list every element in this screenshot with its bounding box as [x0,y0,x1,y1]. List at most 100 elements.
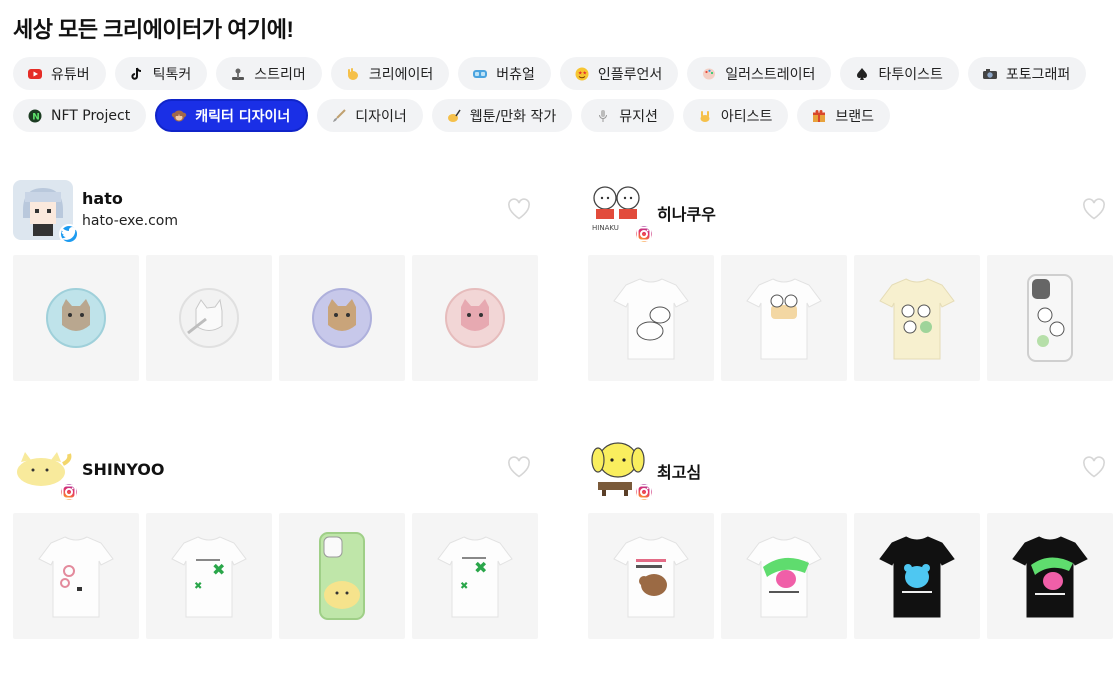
heart-icon[interactable] [507,456,531,478]
chip-character-designer[interactable]: 캐릭터 디자이너 [155,99,309,132]
chip-label: 틱톡커 [152,66,192,83]
chip-label: 버츄얼 [496,66,535,83]
creator-website[interactable]: hato-exe.com [82,213,178,229]
product-thumbnail[interactable] [588,255,714,381]
chip-label: 포토그래퍼 [1005,66,1071,83]
product-list: ✖ ✖ ✖ ✖ [13,513,538,639]
product-thumbnail[interactable]: ✖ ✖ [412,513,538,639]
product-thumbnail[interactable] [588,513,714,639]
chip-label: 스트리머 [254,66,306,83]
svg-text:✖: ✖ [460,581,468,592]
microphone-icon [595,108,611,124]
svg-text:✖: ✖ [194,581,202,592]
vr-goggles-icon [472,66,488,82]
chip-label: 웹툰/만화 작가 [469,108,557,125]
chip-influencer[interactable]: ★ ★ 인플루언서 [559,57,679,90]
spade-icon [854,66,870,82]
product-thumbnail[interactable] [721,255,847,381]
product-thumbnail[interactable] [854,255,980,381]
monkey-icon [171,108,187,124]
creator-header: SHINYOO [13,438,537,513]
chip-label: 뮤지션 [619,108,658,125]
product-thumbnail[interactable] [854,513,980,639]
chip-artist[interactable]: 아티스트 [682,99,789,132]
avatar[interactable] [13,180,79,244]
chip-label: NFT Project [51,107,131,124]
product-thumbnail[interactable] [279,255,405,381]
heart-icon[interactable] [1082,198,1106,220]
rock-hand-icon [697,108,713,124]
hand-icon [345,66,361,82]
chip-label: 디자이너 [355,108,407,125]
chip-label: 캐릭터 디자이너 [195,108,291,125]
chip-streamer[interactable]: 스트리머 [216,57,322,90]
product-list [588,255,1113,381]
instagram-icon [634,482,654,502]
creator-header: HINAKU 히나쿠우 [588,180,1112,255]
nft-icon: N [27,108,43,124]
chip-musician[interactable]: 뮤지션 [581,99,674,132]
product-thumbnail[interactable] [412,255,538,381]
product-thumbnail[interactable] [279,513,405,639]
creator-name: 히나쿠우 [657,205,716,224]
creator-name: hato [82,189,123,208]
chip-webtoon-writer[interactable]: 웹툰/만화 작가 [431,99,573,132]
svg-text:★: ★ [582,70,587,76]
product-thumbnail[interactable] [146,255,272,381]
joystick-icon [230,66,246,82]
chip-label: 인플루언서 [597,66,663,83]
creator-card[interactable]: HINAKU 히나쿠우 [588,180,1113,381]
product-thumbnail[interactable] [13,255,139,381]
palette-icon [701,66,717,82]
chip-illustrator[interactable]: 일러스트레이터 [687,57,832,90]
chip-photographer[interactable]: 포토그래퍼 [967,57,1087,90]
creator-card[interactable]: 최고심 [588,438,1113,639]
creator-header: hato hato-exe.com [13,180,537,255]
creator-header: 최고심 [588,438,1112,513]
product-thumbnail[interactable]: ✖ ✖ [146,513,272,639]
brush-icon [331,108,347,124]
heart-icon[interactable] [1082,456,1106,478]
heart-icon[interactable] [507,198,531,220]
avatar[interactable]: HINAKU [588,180,654,244]
chip-tiktoker[interactable]: 틱톡커 [114,57,208,90]
svg-text:HINAKU: HINAKU [592,224,619,232]
chip-brand[interactable]: 브랜드 [797,99,891,132]
instagram-icon [59,482,79,502]
chip-tattooist[interactable]: 타투이스트 [840,57,959,90]
instagram-icon [634,224,654,244]
chip-label: 타투이스트 [878,66,943,83]
product-thumbnail[interactable] [721,513,847,639]
product-thumbnail[interactable] [987,255,1113,381]
avatar[interactable] [588,438,654,502]
chip-label: 유튜버 [51,66,90,83]
chip-virtual[interactable]: 버츄얼 [458,57,551,90]
gift-icon [811,108,827,124]
chip-label: 일러스트레이터 [725,66,816,83]
creator-name: 최고심 [657,463,702,482]
category-row-2: N NFT Project 캐릭터 디자이너 디자이너 웹툰/만화 작가 뮤지션… [13,99,891,132]
product-list [588,513,1113,639]
chip-label: 크리에이터 [368,66,434,83]
chip-creator[interactable]: 크리에이터 [330,57,450,90]
product-thumbnail[interactable] [987,513,1113,639]
creator-card[interactable]: SHINYOO ✖ ✖ ✖ ✖ [13,438,538,639]
camera-icon [982,66,998,82]
creator-card[interactable]: hato hato-exe.com [13,180,538,381]
youtube-icon [27,66,43,82]
svg-text:✖: ✖ [212,562,225,579]
category-row-1: 유튜버 틱톡커 스트리머 크리에이터 버츄얼 ★ ★ 인플루언서 일러스트레이터 … [13,57,1087,90]
avatar[interactable] [13,438,79,502]
svg-text:N: N [32,112,40,122]
twitter-icon [59,224,79,244]
product-list [13,255,538,381]
chip-label: 브랜드 [835,108,875,125]
chip-label: 아티스트 [720,108,773,125]
chip-youtuber[interactable]: 유튜버 [13,57,106,90]
chip-designer[interactable]: 디자이너 [317,99,423,132]
writing-hand-icon [446,108,462,124]
product-thumbnail[interactable] [13,513,139,639]
svg-text:✖: ✖ [474,560,487,577]
chip-nft-project[interactable]: N NFT Project [13,99,147,132]
tiktok-icon [129,66,145,82]
